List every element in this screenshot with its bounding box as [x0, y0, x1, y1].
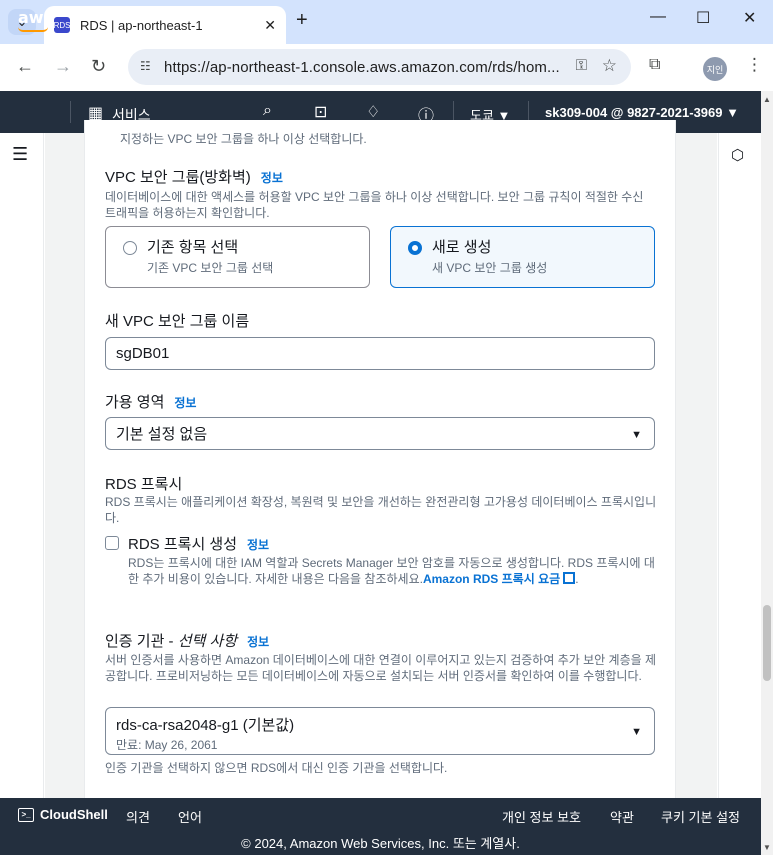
scrollbar-thumb[interactable] — [763, 605, 771, 681]
rds-proxy-help: RDS는 프록시에 대한 IAM 역할과 Secrets Manager 보안 … — [128, 555, 656, 587]
rds-proxy-pricing-link[interactable]: Amazon RDS 프록시 요금 — [423, 572, 560, 586]
site-info-icon[interactable]: ☷ — [140, 59, 151, 73]
az-label-text: 가용 영역 — [105, 394, 165, 411]
option-create-new-sg[interactable]: 새로 생성 새 VPC 보안 그룹 생성 — [390, 226, 655, 288]
aws-logo-smile — [18, 27, 48, 32]
account-menu[interactable]: sk309-004 @ 9827-2021-3969 ▼ — [545, 105, 739, 120]
az-info-link[interactable]: 정보 — [174, 396, 196, 410]
privacy-link[interactable]: 개인 정보 보호 — [502, 807, 581, 826]
ca-label: 인증 기관 - 선택 사항 정보 — [105, 630, 269, 651]
ca-expiry: 만료: May 26, 2061 — [116, 738, 218, 752]
option-subtitle: 새 VPC 보안 그룹 생성 — [432, 261, 548, 275]
back-icon[interactable]: ← — [16, 56, 34, 77]
rds-proxy-checkbox-label[interactable]: RDS 프록시 생성 정보 — [128, 533, 269, 554]
close-icon[interactable]: ✕ — [264, 17, 276, 34]
vpc-sg-info-link[interactable]: 정보 — [261, 171, 283, 185]
right-rail — [718, 133, 761, 798]
bell-icon[interactable]: ♢ — [366, 102, 380, 122]
caret-down-icon: ▼ — [631, 429, 642, 441]
url-field[interactable]: ☷ https://ap-northeast-1.console.aws.ama… — [128, 49, 631, 85]
rds-favicon-icon: RDS — [54, 17, 70, 33]
feedback-link[interactable]: 의견 — [126, 807, 150, 826]
link-suffix: . — [575, 572, 579, 586]
rds-proxy-info-link[interactable]: 정보 — [247, 538, 269, 552]
window-close-icon[interactable]: ✕ — [743, 8, 756, 28]
reload-icon[interactable]: ↻ — [91, 56, 106, 77]
extensions-icon[interactable]: ⧉ — [649, 56, 660, 74]
option-subtitle: 기존 VPC 보안 그룹 선택 — [147, 261, 274, 275]
left-rail — [0, 133, 44, 798]
new-sg-name-input[interactable]: sgDB01 — [105, 337, 655, 370]
maximize-icon[interactable]: ☐ — [696, 8, 710, 28]
ca-select-value: rds-ca-rsa2048-g1 (기본값) — [116, 717, 295, 734]
copyright-text: © 2024, Amazon Web Services, Inc. 또는 계열사… — [241, 836, 520, 851]
browser-tab[interactable]: RDS RDS | ap-northeast-1 ✕ — [44, 6, 286, 44]
cookie-preferences-link[interactable]: 쿠키 기본 설정 — [661, 807, 740, 826]
ca-description: 서버 인증서를 사용하면 Amazon 데이터베이스에 대한 연결이 이루어지고… — [105, 653, 657, 683]
vpc-sg-label: VPC 보안 그룹(방화벽) 정보 — [105, 166, 283, 187]
menu-icon[interactable]: ☰ — [12, 144, 28, 165]
kebab-menu-icon[interactable]: ⋮ — [746, 55, 763, 75]
rds-proxy-heading: RDS 프록시 — [105, 476, 183, 493]
vpc-sg-label-text: VPC 보안 그룹(방화벽) — [105, 169, 251, 186]
cloudshell-button[interactable]: >_ CloudShell — [18, 807, 108, 822]
nav-divider — [70, 101, 71, 123]
tab-title: RDS | ap-northeast-1 — [80, 17, 203, 33]
ca-label-text: 인증 기관 - — [105, 633, 178, 650]
option-existing-sg[interactable]: 기존 항목 선택 기존 VPC 보안 그룹 선택 — [105, 226, 370, 288]
key-icon[interactable]: ⚿ — [576, 57, 587, 74]
option-title: 기존 항목 선택 — [147, 239, 239, 256]
rds-proxy-checkbox[interactable] — [105, 536, 119, 550]
scroll-up-icon[interactable]: ▲ — [763, 95, 771, 104]
cloudshell-label: CloudShell — [40, 807, 108, 822]
url-text: https://ap-northeast-1.console.aws.amazo… — [164, 58, 560, 76]
caret-down-icon: ▼ — [631, 726, 642, 738]
settings-hex-icon[interactable]: ⬡ — [731, 146, 744, 164]
aws-logo[interactable]: aws — [18, 8, 53, 27]
az-select-value: 기본 설정 없음 — [116, 426, 208, 443]
radio-create-new-sg[interactable] — [408, 241, 422, 255]
option-title: 새로 생성 — [432, 239, 492, 256]
ca-hint: 인증 기관을 선택하지 않으면 RDS에서 대신 인증 기관을 선택합니다. — [105, 761, 448, 775]
vpc-sg-description: 데이터베이스에 대한 액세스를 허용할 VPC 보안 그룹을 하나 이상 선택합… — [105, 190, 644, 220]
language-link[interactable]: 언어 — [178, 807, 202, 826]
forward-icon[interactable]: → — [54, 56, 72, 77]
rds-proxy-checkbox-text: RDS 프록시 생성 — [128, 536, 238, 553]
minimize-icon[interactable]: — — [650, 8, 666, 26]
external-link-icon[interactable] — [563, 572, 576, 584]
scroll-down-icon[interactable]: ▼ — [763, 843, 771, 852]
rds-proxy-description: RDS 프록시는 애플리케이션 확장성, 복원력 및 보안을 개선하는 완전관리… — [105, 495, 657, 525]
cloudshell-icon: >_ — [18, 807, 34, 822]
plus-icon[interactable]: + — [296, 9, 308, 32]
avatar[interactable]: 지인 — [703, 57, 727, 81]
new-sg-name-label: 새 VPC 보안 그룹 이름 — [105, 313, 250, 330]
ca-select[interactable]: rds-ca-rsa2048-g1 (기본값) 만료: May 26, 2061… — [105, 707, 655, 755]
az-label: 가용 영역 정보 — [105, 391, 196, 412]
search-icon[interactable]: ⌕ — [263, 102, 272, 120]
star-icon[interactable]: ☆ — [602, 56, 617, 76]
ca-optional-text: 선택 사항 — [177, 633, 238, 650]
scrollbar[interactable] — [761, 91, 773, 855]
console-footer: >_ CloudShell 의견 언어 개인 정보 보호 약관 쿠키 기본 설정… — [0, 798, 761, 855]
cloudshell-icon[interactable]: ⊡ — [314, 102, 327, 122]
cut-off-description: 지정하는 VPC 보안 그룹을 하나 이상 선택합니다. — [120, 132, 367, 146]
radio-existing-sg[interactable] — [123, 241, 137, 255]
browser-tab-bar: ⌄ RDS RDS | ap-northeast-1 ✕ + — ☐ ✕ — [0, 0, 773, 44]
az-select[interactable]: 기본 설정 없음 ▼ — [105, 417, 655, 450]
terms-link[interactable]: 약관 — [610, 807, 634, 826]
ca-info-link[interactable]: 정보 — [247, 635, 269, 649]
